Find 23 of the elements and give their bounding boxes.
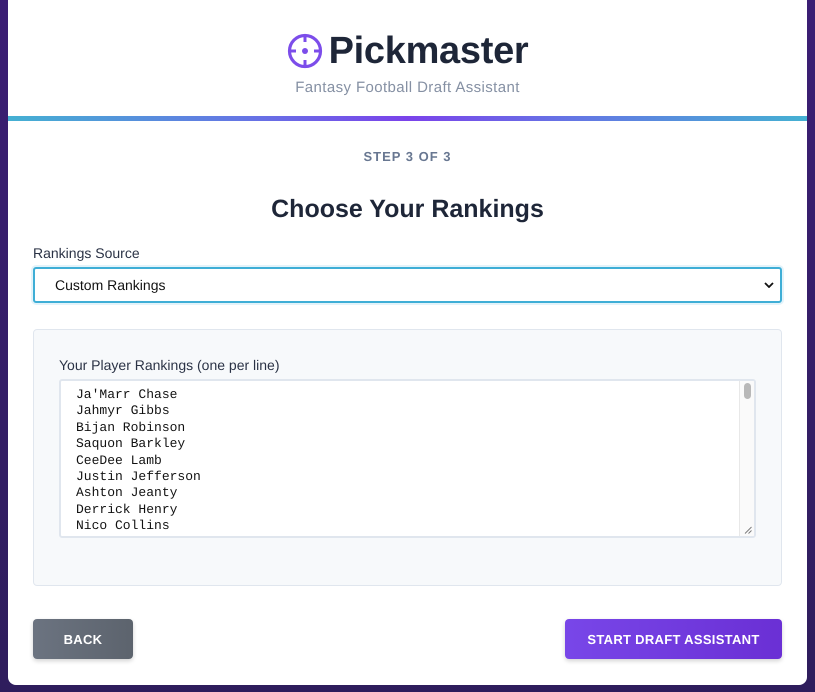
player-name: Nico Collins [76,518,170,535]
player-name: Justin Jefferson [76,469,201,486]
field-label: Your Player Rankings (one per line) [59,356,280,374]
player-name: Bijan Robinson [76,420,186,436]
player-name: Jahmyr Gibbs [76,403,170,420]
rankings-textarea[interactable]: Ja'Marr Chase Jahmyr Gibbs Bijan Robinson Saquon Barkley CeeDee Lamb Justin Jefferson Ashton Jeanty Derrick Henry Nico Collins [59,379,756,538]
app-title: Pickmaster [328,31,528,71]
back-button[interactable]: BACK [33,619,133,659]
scrollbar-thumb[interactable] [744,383,751,399]
player-name: Saquon Barkley [76,436,186,453]
player-name: Ja'Marr Chase [76,387,178,404]
resize-grip-icon[interactable] [744,526,752,534]
start-button[interactable]: START DRAFT ASSISTANT [565,619,782,659]
step-indicator: STEP 3 OF 3 [363,149,452,165]
crosshair-icon [286,33,323,69]
player-name: CeeDee Lamb [76,452,162,470]
chevron-down-icon [764,282,774,288]
field-label: Rankings Source [33,244,140,262]
rankings-source-select[interactable]: Custom Rankings [33,267,782,303]
app-subtitle: Fantasy Football Draft Assistant [295,78,520,98]
page-heading: Choose Your Rankings [271,194,544,224]
player-name: Ashton Jeanty [76,485,178,502]
player-name: Derrick Henry [76,502,178,518]
